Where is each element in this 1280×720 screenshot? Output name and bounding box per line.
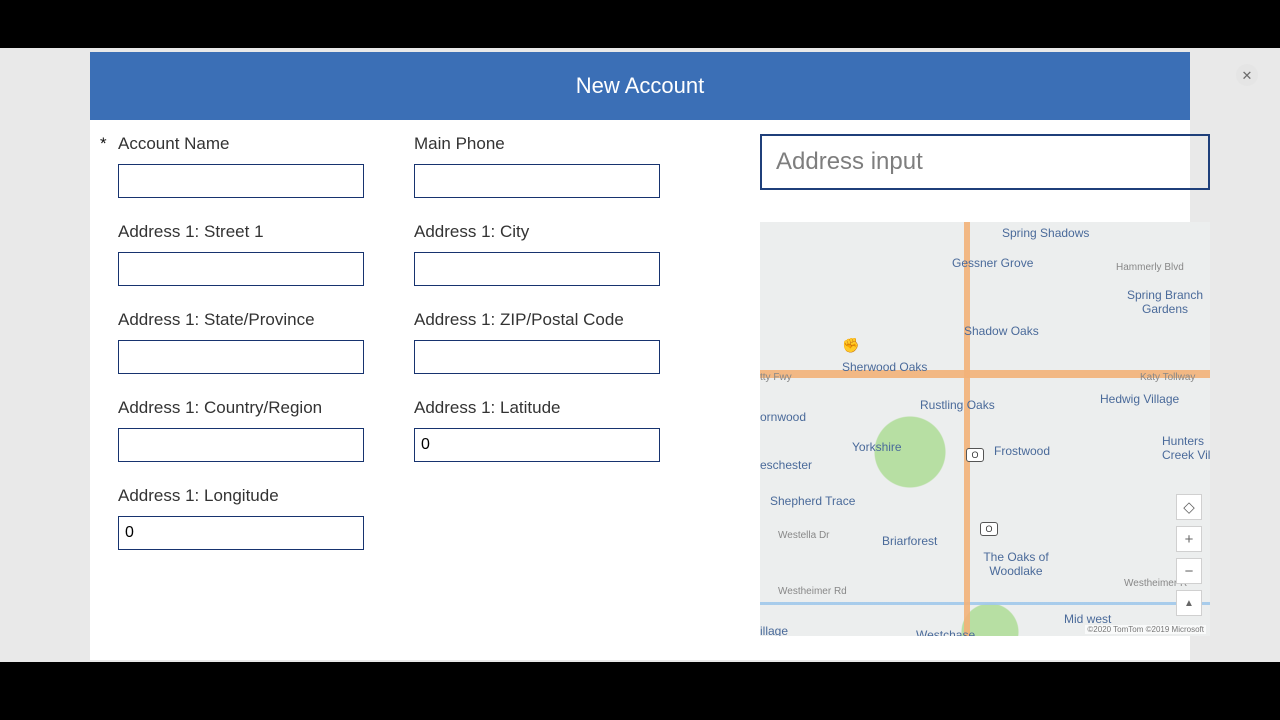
label-street1: Address 1: Street 1 [118, 222, 364, 242]
place-yorkshire: Yorkshire [852, 440, 902, 454]
input-main-phone[interactable] [414, 164, 660, 198]
map-tilt-button[interactable]: ▲ [1176, 590, 1202, 616]
label-latitude: Address 1: Latitude [414, 398, 660, 418]
form-column-1: * Account Name Address 1: Street 1 Addre… [118, 134, 364, 636]
map-canvas[interactable]: ✊ Spring Shadows Gessner Grove Spring Br… [760, 222, 1210, 636]
place-veschester: eschester [760, 458, 812, 472]
new-account-modal: New Account * Account Name Address 1: St… [90, 52, 1190, 660]
close-button[interactable]: ✕ [1236, 64, 1258, 86]
field-street1: Address 1: Street 1 [118, 222, 364, 286]
road-westella: Westella Dr [778, 530, 830, 541]
input-longitude[interactable] [118, 516, 364, 550]
required-indicator: * [100, 134, 107, 154]
place-ornwood: ornwood [760, 410, 806, 424]
place-spring-branch: Spring Branch Gardens [1120, 288, 1210, 316]
place-sherwood-oaks: Sherwood Oaks [842, 360, 927, 374]
field-main-phone: Main Phone [414, 134, 660, 198]
road-katy-tollway: Katy Tollway [1140, 372, 1195, 383]
road-westheimer: Westheimer Rd [778, 586, 847, 597]
road-tty-fwy: tty Fwy [760, 372, 792, 383]
field-latitude: Address 1: Latitude [414, 398, 660, 462]
place-rustling-oaks: Rustling Oaks [920, 398, 995, 412]
field-city: Address 1: City [414, 222, 660, 286]
triangle-icon: ▲ [1184, 598, 1194, 609]
close-icon: ✕ [1242, 69, 1253, 82]
plus-icon: + [1185, 531, 1194, 548]
place-hedwig-village: Hedwig Village [1100, 392, 1179, 406]
highway-shield-2: O [980, 522, 998, 536]
road-hammerly: Hammerly Blvd [1116, 262, 1184, 273]
map-attribution: ©2020 TomTom ©2019 Microsoft [1085, 625, 1206, 634]
place-hunters-creek: Hunters Creek Villa [1162, 434, 1210, 462]
modal-body: * Account Name Address 1: Street 1 Addre… [90, 120, 1190, 660]
label-longitude: Address 1: Longitude [118, 486, 364, 506]
highway-shield-1: O [966, 448, 984, 462]
input-zip[interactable] [414, 340, 660, 374]
field-state: Address 1: State/Province [118, 310, 364, 374]
place-oaks-woodlake: The Oaks of Woodlake [976, 550, 1056, 578]
map-zoom-in-button[interactable]: + [1176, 526, 1202, 552]
place-village: illage [760, 624, 788, 636]
place-frostwood: Frostwood [994, 444, 1050, 458]
field-country: Address 1: Country/Region [118, 398, 364, 462]
locate-icon: ◇ [1183, 498, 1195, 516]
field-longitude: Address 1: Longitude [118, 486, 364, 550]
label-state: Address 1: State/Province [118, 310, 364, 330]
input-country[interactable] [118, 428, 364, 462]
minus-icon: − [1185, 563, 1194, 580]
modal-header: New Account [90, 52, 1190, 120]
label-zip: Address 1: ZIP/Postal Code [414, 310, 660, 330]
letterbox-top [0, 0, 1280, 48]
address-search-input[interactable]: Address input [760, 134, 1210, 190]
map-column: Address input ✊ Spring Shadows Gessner G… [710, 134, 1210, 636]
label-main-phone: Main Phone [414, 134, 660, 154]
input-account-name[interactable] [118, 164, 364, 198]
field-account-name: * Account Name [118, 134, 364, 198]
place-westchase: Westchase [916, 628, 975, 636]
modal-title: New Account [576, 73, 704, 99]
label-country: Address 1: Country/Region [118, 398, 364, 418]
place-gessner-grove: Gessner Grove [952, 256, 1033, 270]
label-city: Address 1: City [414, 222, 660, 242]
place-shadow-oaks: Shadow Oaks [964, 324, 1039, 338]
input-city[interactable] [414, 252, 660, 286]
map-zoom-out-button[interactable]: − [1176, 558, 1202, 584]
address-search-placeholder: Address input [776, 148, 923, 176]
grab-cursor-icon: ✊ [842, 337, 859, 354]
input-street1[interactable] [118, 252, 364, 286]
map-locate-button[interactable]: ◇ [1176, 494, 1202, 520]
place-shepherd-trace: Shepherd Trace [770, 494, 855, 508]
place-briarforest: Briarforest [882, 534, 937, 548]
form-column-2: Main Phone Address 1: City Address 1: ZI… [414, 134, 660, 636]
letterbox-bottom [0, 662, 1280, 720]
place-mid-west: Mid west [1064, 612, 1111, 626]
field-zip: Address 1: ZIP/Postal Code [414, 310, 660, 374]
place-spring-shadows: Spring Shadows [1002, 226, 1089, 240]
input-state[interactable] [118, 340, 364, 374]
input-latitude[interactable] [414, 428, 660, 462]
label-account-name: Account Name [118, 134, 364, 154]
